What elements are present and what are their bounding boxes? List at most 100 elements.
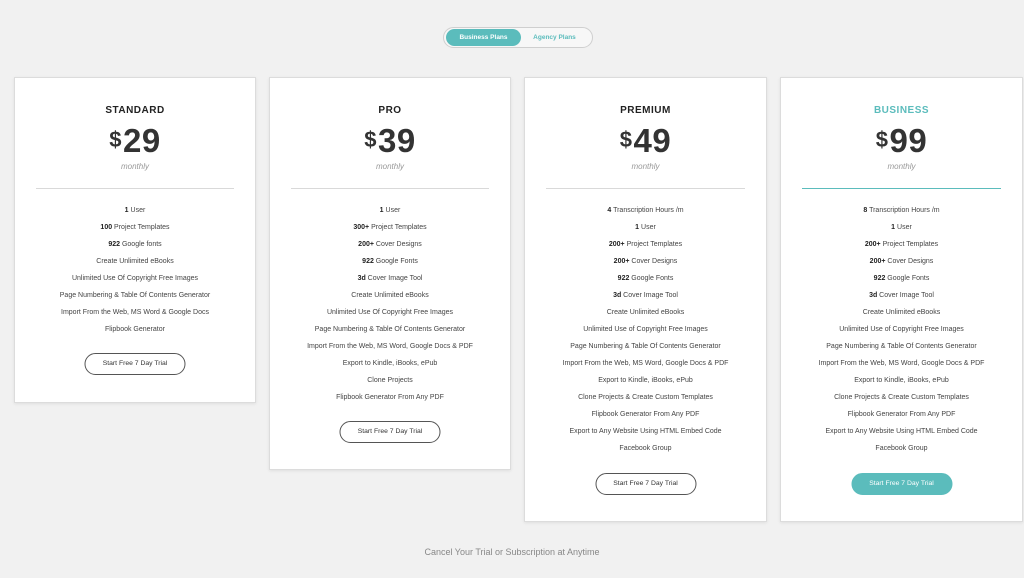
- start-trial-button[interactable]: Start Free 7 Day Trial: [339, 421, 441, 443]
- feature-text: Page Numbering & Table Of Contents Gener…: [826, 343, 977, 350]
- feature-item: Create Unlimited eBooks: [781, 307, 1022, 324]
- feature-item: 922 Google fonts: [15, 239, 255, 256]
- feature-highlight: 922: [873, 275, 886, 282]
- cancel-anytime-note: Cancel Your Trial or Subscription at Any…: [424, 547, 600, 557]
- feature-text: Cover Image Tool: [621, 292, 678, 299]
- feature-text: Flipbook Generator: [105, 326, 165, 333]
- feature-highlight: 922: [362, 258, 374, 265]
- feature-item: Create Unlimited eBooks: [270, 290, 510, 307]
- billing-period: monthly: [631, 162, 660, 171]
- plan-card-business: BUSINESS $99 monthly 8 Transcription Hou…: [780, 77, 1023, 522]
- plan-card-standard: STANDARD $29 monthly 1 User 100 Project T…: [14, 77, 256, 403]
- feature-highlight: 3d: [613, 292, 622, 299]
- feature-item: 1 User: [15, 205, 255, 222]
- currency-symbol: $: [619, 127, 633, 152]
- feature-item: Unlimited Use of Copyright Free Images: [781, 324, 1022, 341]
- feature-list: 1 User 300+ Project Templates 200+ Cover D…: [270, 205, 510, 409]
- currency-symbol: $: [875, 127, 889, 152]
- billing-period: monthly: [120, 162, 149, 171]
- price-amount: 99: [889, 122, 928, 159]
- agency-plans-tab[interactable]: Agency Plans: [517, 29, 592, 46]
- feature-item: Create Unlimited eBooks: [15, 256, 255, 273]
- price-amount: 29: [123, 122, 161, 159]
- feature-text: Flipbook Generator From Any PDF: [847, 411, 956, 418]
- start-trial-button[interactable]: Start Free 7 Day Trial: [595, 473, 696, 495]
- divider: [36, 188, 234, 189]
- feature-item: 200+ Project Templates: [781, 239, 1022, 256]
- feature-item: Export to Kindle, iBooks, ePub: [781, 375, 1022, 392]
- feature-highlight: 300+: [353, 224, 370, 231]
- plan-price: $49: [525, 122, 766, 160]
- feature-text: Google Fonts: [373, 258, 418, 265]
- feature-text: Flipbook Generator From Any PDF: [336, 394, 444, 401]
- feature-text: Export to Any Website Using HTML Embed C…: [569, 428, 722, 435]
- feature-text: Unlimited Use Of Copyright Free Images: [326, 309, 454, 316]
- feature-text: Google Fonts: [629, 275, 674, 282]
- feature-text: Flipbook Generator From Any PDF: [591, 411, 700, 418]
- feature-text: Unlimited Use of Copyright Free Images: [583, 326, 708, 333]
- feature-highlight: 200+: [869, 258, 886, 265]
- feature-item: Page Numbering & Table Of Contents Gener…: [15, 290, 255, 307]
- feature-text: Cover Designs: [629, 258, 678, 265]
- plan-card-pro: PRO $39 monthly 1 User 300+ Project Templ…: [269, 77, 511, 470]
- feature-item: 1 User: [270, 205, 510, 222]
- feature-item: 200+ Cover Designs: [525, 256, 766, 273]
- feature-text: Cover Image Tool: [365, 275, 423, 282]
- business-plans-tab[interactable]: Business Plans: [446, 29, 521, 46]
- feature-list: 1 User 100 Project Templates 922 Google fo…: [15, 205, 255, 341]
- feature-item: 922 Google Fonts: [525, 273, 766, 290]
- plan-type-toggle[interactable]: Business Plans Agency Plans: [443, 27, 593, 48]
- feature-text: User: [895, 224, 912, 231]
- feature-text: User: [639, 224, 656, 231]
- feature-text: Facebook Group: [875, 445, 928, 452]
- feature-highlight: 200+: [358, 241, 374, 248]
- feature-text: User: [383, 207, 401, 214]
- feature-text: Page Numbering & Table Of Contents Gener…: [314, 326, 466, 333]
- feature-item: 8 Transcription Hours /m: [781, 205, 1022, 222]
- start-trial-button[interactable]: Start Free 7 Day Trial: [84, 353, 186, 375]
- feature-text: Export to Kindle, iBooks, ePub: [342, 360, 438, 367]
- feature-item: Clone Projects & Create Custom Templates: [781, 392, 1022, 409]
- feature-item: Flipbook Generator: [15, 324, 255, 341]
- start-trial-button[interactable]: Start Free 7 Day Trial: [851, 473, 952, 495]
- feature-item: 3d Cover Image Tool: [525, 290, 766, 307]
- feature-text: Project Templates: [369, 224, 427, 231]
- feature-text: Create Unlimited eBooks: [96, 258, 174, 265]
- feature-item: 3d Cover Image Tool: [781, 290, 1022, 307]
- feature-item: Import From the Web, MS Word, Google Doc…: [270, 341, 510, 358]
- feature-item: Page Numbering & Table Of Contents Gener…: [781, 341, 1022, 358]
- plan-name: BUSINESS: [873, 105, 930, 116]
- feature-text: Cover Designs: [373, 241, 422, 248]
- feature-highlight: 100: [100, 224, 113, 231]
- price-amount: 49: [633, 122, 672, 159]
- billing-period: monthly: [375, 162, 404, 171]
- feature-item: Flipbook Generator From Any PDF: [270, 392, 510, 409]
- plan-name: STANDARD: [105, 105, 165, 116]
- feature-item: 200+ Project Templates: [525, 239, 766, 256]
- feature-text: Unlimited Use Of Copyright Free Images: [71, 275, 199, 282]
- feature-item: Clone Projects & Create Custom Templates: [525, 392, 766, 409]
- plan-name: PREMIUM: [620, 105, 671, 116]
- feature-highlight: 3d: [869, 292, 878, 299]
- feature-item: Export to Any Website Using HTML Embed C…: [781, 426, 1022, 443]
- feature-item: Facebook Group: [525, 443, 766, 460]
- feature-text: Create Unlimited eBooks: [606, 309, 685, 316]
- feature-list: 8 Transcription Hours /m 1 User 200+ Proje…: [781, 205, 1022, 460]
- feature-item: 922 Google Fonts: [781, 273, 1022, 290]
- feature-text: Google Fonts: [885, 275, 930, 282]
- feature-item: 300+ Project Templates: [270, 222, 510, 239]
- plan-price: $99: [781, 122, 1022, 160]
- billing-period: monthly: [887, 162, 916, 171]
- feature-text: Create Unlimited eBooks: [862, 309, 941, 316]
- plan-price: $39: [270, 122, 510, 160]
- feature-text: Cover Designs: [885, 258, 934, 265]
- feature-highlight: 3d: [357, 275, 366, 282]
- feature-item: Flipbook Generator From Any PDF: [525, 409, 766, 426]
- feature-text: Project Templates: [880, 241, 939, 248]
- feature-text: Facebook Group: [619, 445, 672, 452]
- feature-item: 1 User: [525, 222, 766, 239]
- feature-item: 3d Cover Image Tool: [270, 273, 510, 290]
- feature-highlight: 922: [617, 275, 630, 282]
- feature-highlight: 200+: [613, 258, 630, 265]
- feature-item: 1 User: [781, 222, 1022, 239]
